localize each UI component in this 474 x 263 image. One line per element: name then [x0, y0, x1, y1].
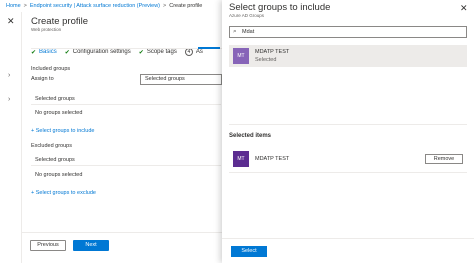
- breadcrumb-separator: >: [23, 3, 27, 9]
- checkmark-icon: ✔: [31, 49, 37, 56]
- panel-subtitle: Azure AD Groups: [229, 13, 265, 18]
- page-subtitle: Web protection: [31, 27, 62, 32]
- selected-item-row: MT MDATP TEST Remove: [229, 148, 467, 170]
- group-name: MDATP TEST: [255, 49, 290, 55]
- checkmark-icon: ✔: [138, 49, 144, 56]
- left-rail: ✕ › ›: [0, 12, 22, 263]
- excluded-groups-label: Excluded groups: [31, 143, 72, 149]
- tab-label: Scope tags: [146, 49, 177, 55]
- included-groups-label: Included groups: [31, 66, 71, 72]
- group-search-input[interactable]: [242, 28, 462, 36]
- excluded-empty-message: No groups selected: [35, 172, 83, 178]
- close-icon[interactable]: ✕: [460, 3, 468, 14]
- tab-label: As: [195, 49, 203, 55]
- tab-basics[interactable]: ✔ Basics: [31, 49, 57, 56]
- breadcrumb-current: Create profile: [169, 3, 203, 9]
- tab-configuration-settings[interactable]: ✔ Configuration settings: [65, 49, 131, 56]
- tab-label: Basics: [39, 49, 57, 55]
- included-empty-message: No groups selected: [35, 110, 83, 116]
- checkmark-icon: ✔: [64, 49, 70, 56]
- assign-to-label: Assign to: [31, 76, 54, 82]
- assign-to-dropdown[interactable]: Selected groups: [140, 74, 222, 85]
- select-groups-to-include-link[interactable]: + Select groups to include: [31, 128, 94, 134]
- previous-button[interactable]: Previous: [30, 240, 66, 251]
- breadcrumb-home-link[interactable]: Home: [6, 3, 21, 9]
- remove-button[interactable]: Remove: [425, 154, 463, 164]
- tab-label: Configuration settings: [72, 49, 131, 55]
- chevron-right-icon[interactable]: ›: [8, 72, 10, 79]
- search-icon: ⌕: [233, 28, 237, 35]
- tab-scope-tags[interactable]: ✔ Scope tags: [139, 49, 177, 56]
- step-number: 4: [184, 48, 193, 56]
- panel-title: Select groups to include: [229, 2, 331, 13]
- group-search-box: ⌕: [229, 26, 467, 38]
- select-groups-panel: Select groups to include Azure AD Groups…: [222, 0, 474, 263]
- next-button[interactable]: Next: [73, 240, 109, 251]
- tab-assignments[interactable]: 4 As: [184, 48, 203, 56]
- item-divider: [229, 172, 467, 173]
- included-grid-header: Selected groups: [31, 94, 221, 105]
- group-selected-state: Selected: [255, 57, 277, 63]
- selected-items-heading: Selected items: [229, 133, 272, 139]
- page-title: Create profile: [31, 16, 89, 27]
- group-avatar: MT: [233, 151, 249, 167]
- breadcrumb-separator: >: [163, 3, 167, 9]
- chevron-right-icon[interactable]: ›: [8, 96, 10, 103]
- breadcrumb-endpoint-security-link[interactable]: Endpoint security | Attack surface reduc…: [30, 3, 160, 9]
- search-result-row[interactable]: MT MDATP TEST Selected: [229, 45, 467, 67]
- group-avatar: MT: [233, 48, 249, 64]
- footer-divider: [22, 232, 222, 233]
- active-tab-indicator: [198, 47, 220, 49]
- excluded-grid-header: Selected groups: [31, 155, 221, 166]
- close-icon[interactable]: ✕: [7, 16, 15, 27]
- select-button[interactable]: Select: [231, 246, 267, 257]
- select-groups-to-exclude-link[interactable]: + Select groups to exclude: [31, 190, 96, 196]
- create-profile-blade: Create profile Web protection ✔ Basics ✔…: [22, 12, 222, 263]
- panel-divider: [229, 124, 467, 125]
- group-name: MDATP TEST: [255, 156, 290, 162]
- panel-footer-divider: [222, 238, 474, 239]
